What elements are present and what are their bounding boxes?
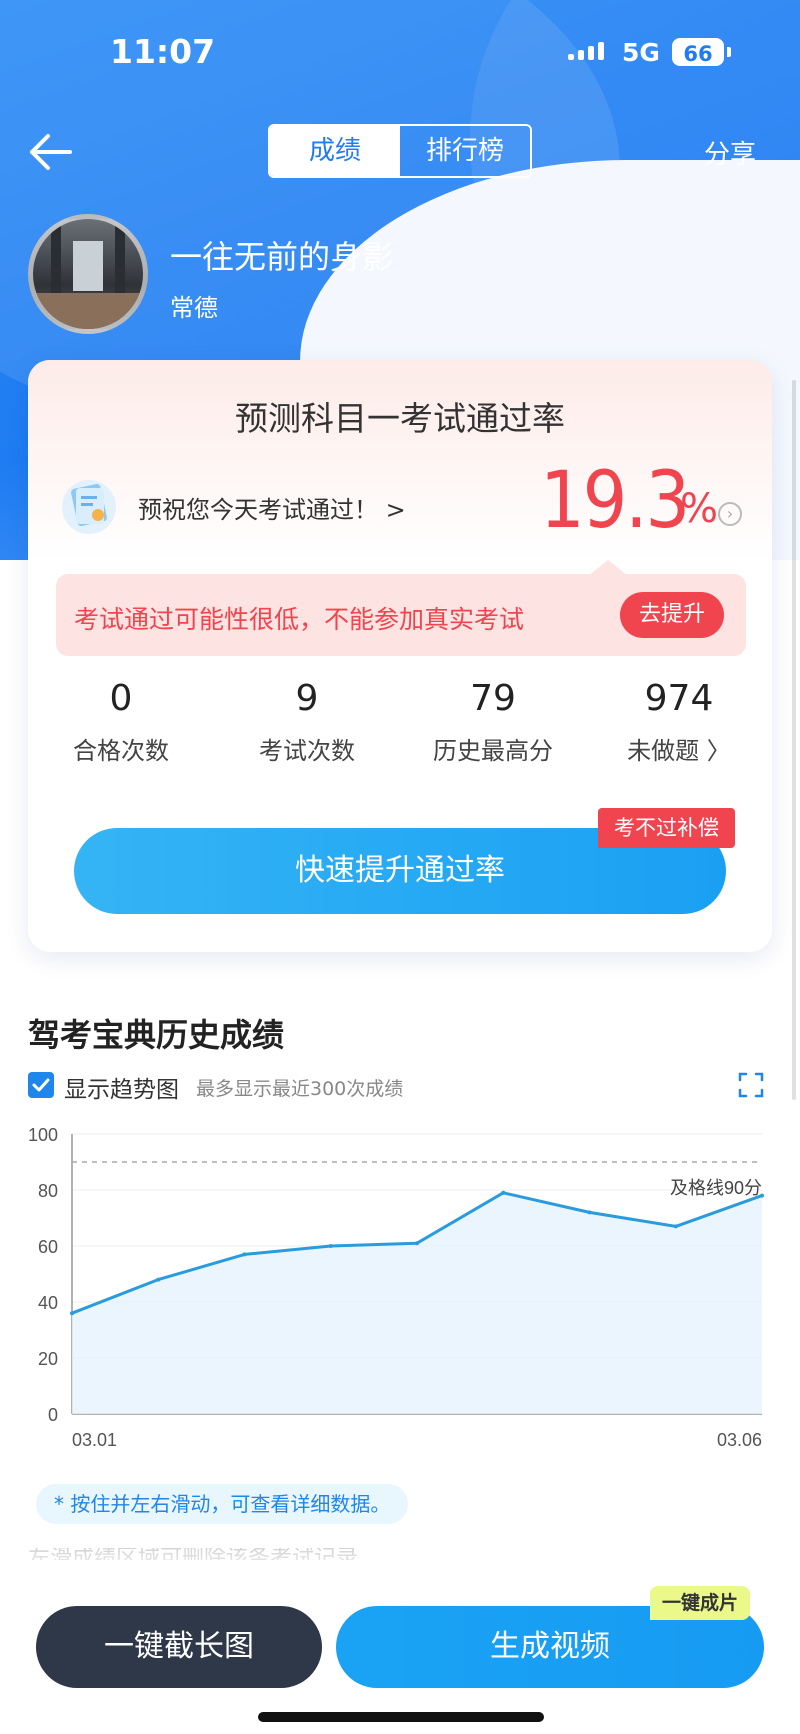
battery-tip bbox=[727, 47, 731, 57]
score-point bbox=[587, 1210, 592, 1215]
warning-text: 考试通过可能性很低，不能参加真实考试 bbox=[74, 605, 525, 634]
user-city: 常德 bbox=[170, 294, 218, 322]
bottom-fade bbox=[0, 1540, 800, 1580]
chevron-right-icon[interactable]: › bbox=[718, 502, 742, 526]
scrollbar[interactable] bbox=[792, 380, 796, 1100]
score-point bbox=[242, 1252, 247, 1257]
show-trend-label[interactable]: 显示趋势图 bbox=[64, 1070, 179, 1104]
score-area bbox=[72, 1192, 762, 1414]
battery-icon: 66 bbox=[672, 38, 724, 66]
avatar[interactable] bbox=[28, 214, 148, 334]
stat-value: 79 bbox=[470, 678, 516, 719]
back-arrow-icon[interactable] bbox=[26, 130, 76, 174]
x-tick-label: 03.01 bbox=[72, 1430, 117, 1450]
long-screenshot-button[interactable]: 一键截长图 bbox=[36, 1606, 322, 1688]
show-trend-checkbox[interactable] bbox=[28, 1072, 54, 1098]
history-chart[interactable]: 100 80 60 40 20 0 及格线90分 03.01 03.06 bbox=[0, 1118, 800, 1458]
tab-ranking[interactable]: 排行榜 bbox=[400, 126, 530, 176]
exam-paper-icon bbox=[58, 474, 120, 536]
y-tick-label: 20 bbox=[38, 1349, 58, 1369]
stat-label: 未做题 〉 bbox=[627, 737, 731, 765]
home-indicator bbox=[258, 1712, 544, 1722]
trend-hint: 最多显示最近300次成绩 bbox=[196, 1078, 404, 1100]
tab-switcher: 成绩 排行榜 bbox=[268, 124, 532, 178]
stat-best-score: 79 历史最高分 bbox=[400, 678, 586, 766]
pass-rate-value: 19.3 bbox=[540, 456, 690, 546]
score-point bbox=[415, 1241, 419, 1246]
stat-value: 974 bbox=[644, 678, 714, 719]
wish-link[interactable]: 预祝您今天考试通过！ > bbox=[138, 490, 406, 525]
improve-button[interactable]: 去提升 bbox=[620, 592, 724, 638]
score-point bbox=[328, 1244, 333, 1248]
pass-line-label: 及格线90分 bbox=[670, 1178, 762, 1198]
stat-label: 历史最高分 bbox=[433, 737, 553, 765]
score-point bbox=[70, 1311, 74, 1316]
score-point bbox=[501, 1190, 506, 1195]
one-click-badge: 一键成片 bbox=[650, 1586, 751, 1620]
score-point bbox=[673, 1224, 678, 1229]
y-tick-label: 40 bbox=[38, 1293, 58, 1313]
tab-score[interactable]: 成绩 bbox=[270, 126, 400, 176]
stat-label: 合格次数 bbox=[73, 737, 169, 765]
network-type: 5G bbox=[622, 38, 660, 67]
stat-pass-count: 0 合格次数 bbox=[28, 678, 214, 766]
y-tick-label: 80 bbox=[38, 1181, 58, 1201]
user-name: 一往无前的身影 bbox=[170, 238, 395, 276]
slide-hint: * 按住并左右滑动，可查看详细数据。 bbox=[36, 1484, 409, 1524]
y-tick-label: 60 bbox=[38, 1237, 58, 1257]
stat-value: 0 bbox=[109, 678, 133, 719]
share-button[interactable]: 分享 bbox=[704, 134, 756, 171]
prediction-card: 预测科目一考试通过率 预祝您今天考试通过！ > 19.3 % › 考试通过可能性… bbox=[28, 360, 772, 952]
signal-icon bbox=[568, 42, 608, 60]
score-point bbox=[156, 1277, 161, 1282]
prediction-title: 预测科目一考试通过率 bbox=[235, 399, 565, 438]
history-title: 驾考宝典历史成绩 bbox=[28, 1016, 285, 1054]
stat-label: 考试次数 bbox=[259, 737, 355, 765]
fullscreen-icon[interactable] bbox=[738, 1072, 764, 1098]
status-time: 11:07 bbox=[110, 32, 216, 71]
score-point bbox=[760, 1193, 764, 1198]
y-tick-label: 100 bbox=[28, 1125, 58, 1145]
page: 11:07 5G 66 成绩 排行榜 分享 一往无前的身影 常德 预测科目一考试… bbox=[0, 0, 800, 1734]
y-tick-label: 0 bbox=[48, 1405, 58, 1425]
stat-exam-count: 9 考试次数 bbox=[214, 678, 400, 766]
stat-undone-questions[interactable]: 974 未做题 〉 bbox=[586, 678, 772, 766]
compensation-badge: 考不过补偿 bbox=[598, 808, 735, 848]
stat-value: 9 bbox=[295, 678, 319, 719]
x-tick-label: 03.06 bbox=[717, 1430, 762, 1450]
pass-rate-unit: % bbox=[680, 486, 719, 532]
